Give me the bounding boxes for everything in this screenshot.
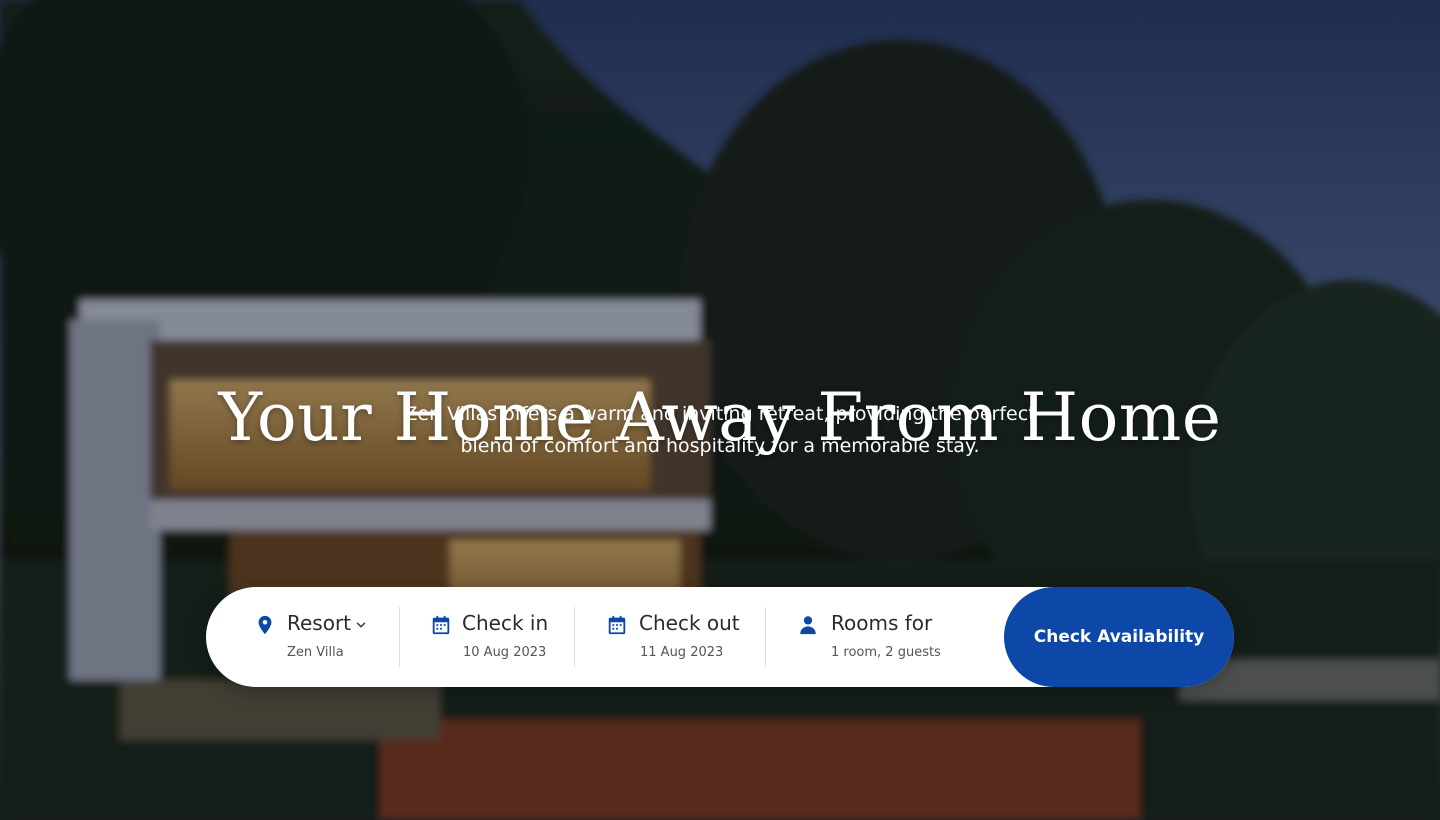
check-in-field[interactable]: Check in 10 Aug 2023 <box>400 587 574 687</box>
check-in-label: Check in <box>462 611 549 635</box>
location-pin-icon <box>258 615 272 635</box>
check-out-label: Check out <box>639 611 740 635</box>
chevron-down-icon[interactable] <box>354 618 368 632</box>
check-out-value: 11 Aug 2023 <box>640 645 724 660</box>
rooms-guests-field[interactable]: Rooms for 1 room, 2 guests <box>766 587 996 687</box>
resort-select[interactable]: Resort Zen Villa <box>206 587 399 687</box>
resort-label: Resort <box>287 611 352 635</box>
check-availability-button[interactable]: Check Availability <box>1004 587 1234 687</box>
person-icon <box>800 616 816 635</box>
calendar-icon <box>432 615 450 635</box>
hero-subline: Zen Villas offers a warm and inviting re… <box>404 403 1036 457</box>
rooms-label: Rooms for <box>831 611 933 635</box>
booking-search-bar: Resort Zen Villa Check in 10 Aug 2023 Ch… <box>206 587 1234 687</box>
rooms-value: 1 room, 2 guests <box>831 645 941 660</box>
resort-value: Zen Villa <box>287 645 344 660</box>
check-out-field[interactable]: Check out 11 Aug 2023 <box>575 587 765 687</box>
calendar-icon <box>608 615 626 635</box>
check-in-value: 10 Aug 2023 <box>463 645 547 660</box>
